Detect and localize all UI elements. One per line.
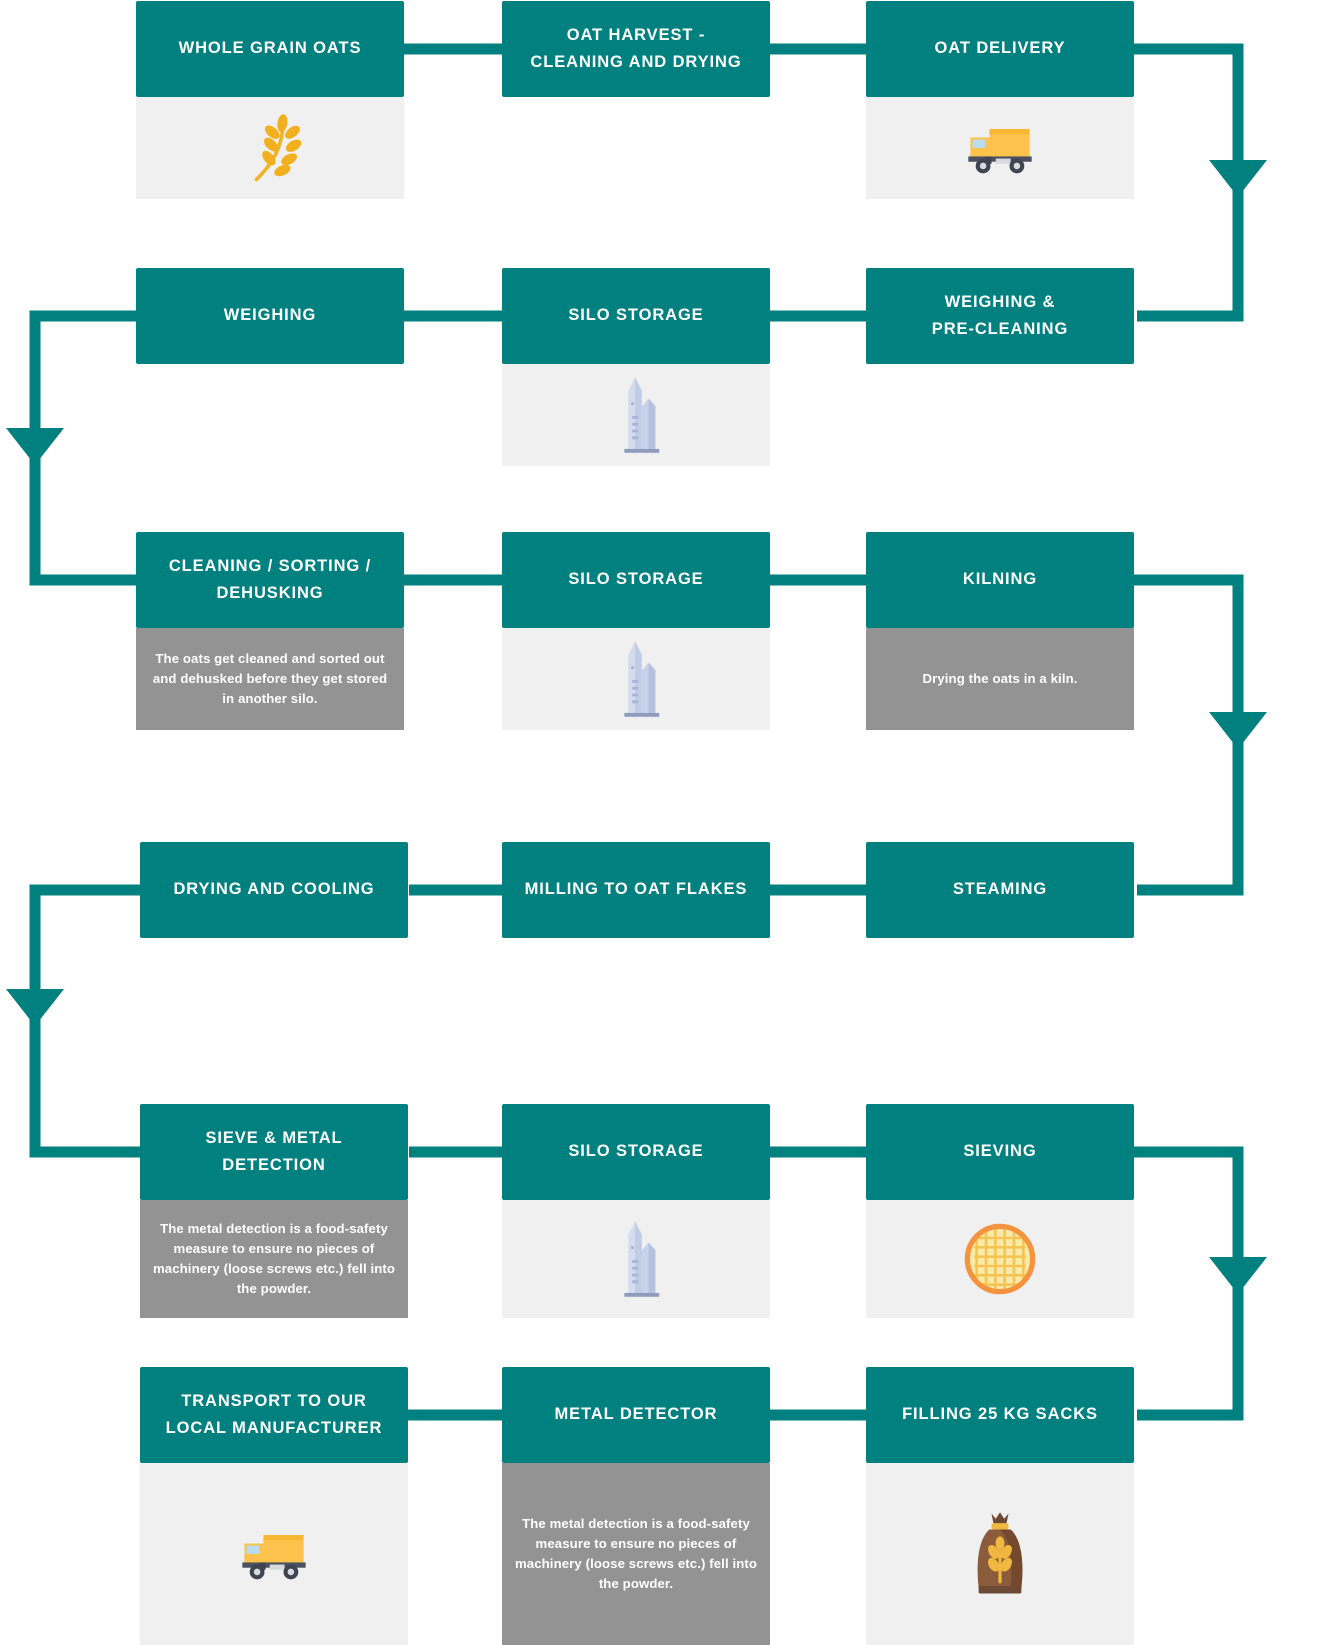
node-description-cleaning-sorting-dehusking: The oats get cleaned and sorted out and … [136, 628, 404, 730]
node-title-line2: LOCAL MANUFACTURER [165, 1419, 383, 1437]
node-title-steaming: STEAMING [866, 842, 1134, 938]
node-icon-panel-whole-grain-oats [136, 97, 404, 199]
node-silo-storage-1[interactable]: SILO STORAGE [502, 268, 770, 466]
node-title-transport-to-our-local-manufacturer: TRANSPORT TO OUR LOCAL MANUFACTURER [140, 1367, 408, 1463]
node-title-line1: OAT HARVEST - [566, 26, 706, 45]
delivery-truck-icon [962, 110, 1038, 186]
node-oat-harvest-cleaning-and-drying[interactable]: OAT HARVEST - CLEANING AND DRYING [502, 1, 770, 97]
node-title-metal-detector: METAL DETECTOR [502, 1367, 770, 1463]
node-milling-to-oat-flakes[interactable]: MILLING TO OAT FLAKES [502, 842, 770, 938]
flowchart-canvas: WHOLE GRAIN OATS OAT HARVEST - CLEANING … [0, 0, 1333, 1645]
node-whole-grain-oats[interactable]: WHOLE GRAIN OATS [136, 1, 404, 199]
node-icon-panel-transport [140, 1463, 408, 1645]
node-title-silo-storage-2: SILO STORAGE [502, 532, 770, 628]
node-metal-detector[interactable]: METAL DETECTOR The metal detection is a … [502, 1367, 770, 1645]
node-title-line2: DETECTION [222, 1156, 326, 1174]
node-silo-storage-3[interactable]: SILO STORAGE [502, 1104, 770, 1318]
sieve-icon [957, 1216, 1043, 1302]
node-oat-delivery[interactable]: OAT DELIVERY [866, 1, 1134, 199]
node-title-sieve-and-metal-detection: SIEVE & METAL DETECTION [140, 1104, 408, 1200]
node-filling-25-kg-sacks[interactable]: FILLING 25 KG SACKS [866, 1367, 1134, 1645]
node-title-oat-harvest-cleaning-and-drying: OAT HARVEST - CLEANING AND DRYING [502, 1, 770, 97]
connector-r4-to-r5 [29, 884, 145, 1158]
node-weighing-and-pre-cleaning[interactable]: WEIGHING & PRE-CLEANING [866, 268, 1134, 364]
node-title-oat-delivery: OAT DELIVERY [866, 1, 1134, 97]
node-title-sieving: SIEVING [866, 1104, 1134, 1200]
node-title-whole-grain-oats: WHOLE GRAIN OATS [136, 1, 404, 97]
node-title-filling-25-kg-sacks: FILLING 25 KG SACKS [866, 1367, 1134, 1463]
arrowhead-r3-to-r4 [1209, 712, 1267, 749]
node-silo-storage-2[interactable]: SILO STORAGE [502, 532, 770, 730]
node-title-line2: PRE-CLEANING [931, 320, 1069, 338]
node-icon-panel-silo-storage-3 [502, 1200, 770, 1318]
grain-sack-icon [958, 1506, 1042, 1602]
node-description-sieve-and-metal-detection: The metal detection is a food-safety mea… [140, 1200, 408, 1318]
silo-icon [598, 1221, 674, 1297]
node-title-milling-to-oat-flakes: MILLING TO OAT FLAKES [502, 842, 770, 938]
node-title-cleaning-sorting-dehusking: CLEANING / SORTING / DEHUSKING [136, 532, 404, 628]
delivery-truck-icon [236, 1516, 312, 1592]
node-title-silo-storage-1: SILO STORAGE [502, 268, 770, 364]
node-title-weighing-and-pre-cleaning: WEIGHING & PRE-CLEANING [866, 268, 1134, 364]
connector-r5-to-r6 [1132, 1146, 1244, 1421]
silo-icon [598, 641, 674, 717]
node-title-silo-storage-3: SILO STORAGE [502, 1104, 770, 1200]
arrowhead-r4-to-r5 [6, 989, 64, 1026]
node-title-line1: WEIGHING & [944, 293, 1056, 312]
node-title-line2: CLEANING AND DRYING [530, 53, 742, 71]
node-title-line1: TRANSPORT TO OUR [181, 1392, 367, 1411]
node-sieving[interactable]: SIEVING [866, 1104, 1134, 1318]
node-kilning[interactable]: KILNING Drying the oats in a kiln. [866, 532, 1134, 730]
node-title-line1: SIEVE & METAL [205, 1129, 343, 1148]
connector-r1-to-r2 [1132, 43, 1244, 322]
arrowhead-r1-to-r2 [1209, 160, 1267, 197]
connector-r3-to-r4 [1132, 574, 1244, 896]
node-icon-panel-oat-delivery [866, 97, 1134, 199]
node-title-drying-and-cooling: DRYING AND COOLING [140, 842, 408, 938]
node-sieve-and-metal-detection[interactable]: SIEVE & METAL DETECTION The metal detect… [140, 1104, 408, 1318]
arrowhead-r2-to-r3 [6, 428, 64, 465]
node-icon-panel-silo-storage-2 [502, 628, 770, 730]
node-title-line1: CLEANING / SORTING / [168, 557, 372, 576]
node-title-line2: DEHUSKING [216, 584, 324, 602]
silo-icon [598, 377, 674, 453]
node-description-metal-detector: The metal detection is a food-safety mea… [502, 1463, 770, 1645]
node-icon-panel-filling-sacks [866, 1463, 1134, 1645]
node-steaming[interactable]: STEAMING [866, 842, 1134, 938]
wheat-stalk-icon [232, 110, 308, 186]
connector-r2-to-r3 [29, 310, 140, 586]
node-title-kilning: KILNING [866, 532, 1134, 628]
node-transport-to-our-local-manufacturer[interactable]: TRANSPORT TO OUR LOCAL MANUFACTURER [140, 1367, 408, 1645]
node-drying-and-cooling[interactable]: DRYING AND COOLING [140, 842, 408, 938]
node-description-kilning: Drying the oats in a kiln. [866, 628, 1134, 730]
node-cleaning-sorting-dehusking[interactable]: CLEANING / SORTING / DEHUSKING The oats … [136, 532, 404, 730]
node-icon-panel-silo-storage-1 [502, 364, 770, 466]
node-title-weighing: WEIGHING [136, 268, 404, 364]
arrowhead-r5-to-r6 [1209, 1257, 1267, 1294]
node-weighing[interactable]: WEIGHING [136, 268, 404, 364]
node-icon-panel-sieving [866, 1200, 1134, 1318]
